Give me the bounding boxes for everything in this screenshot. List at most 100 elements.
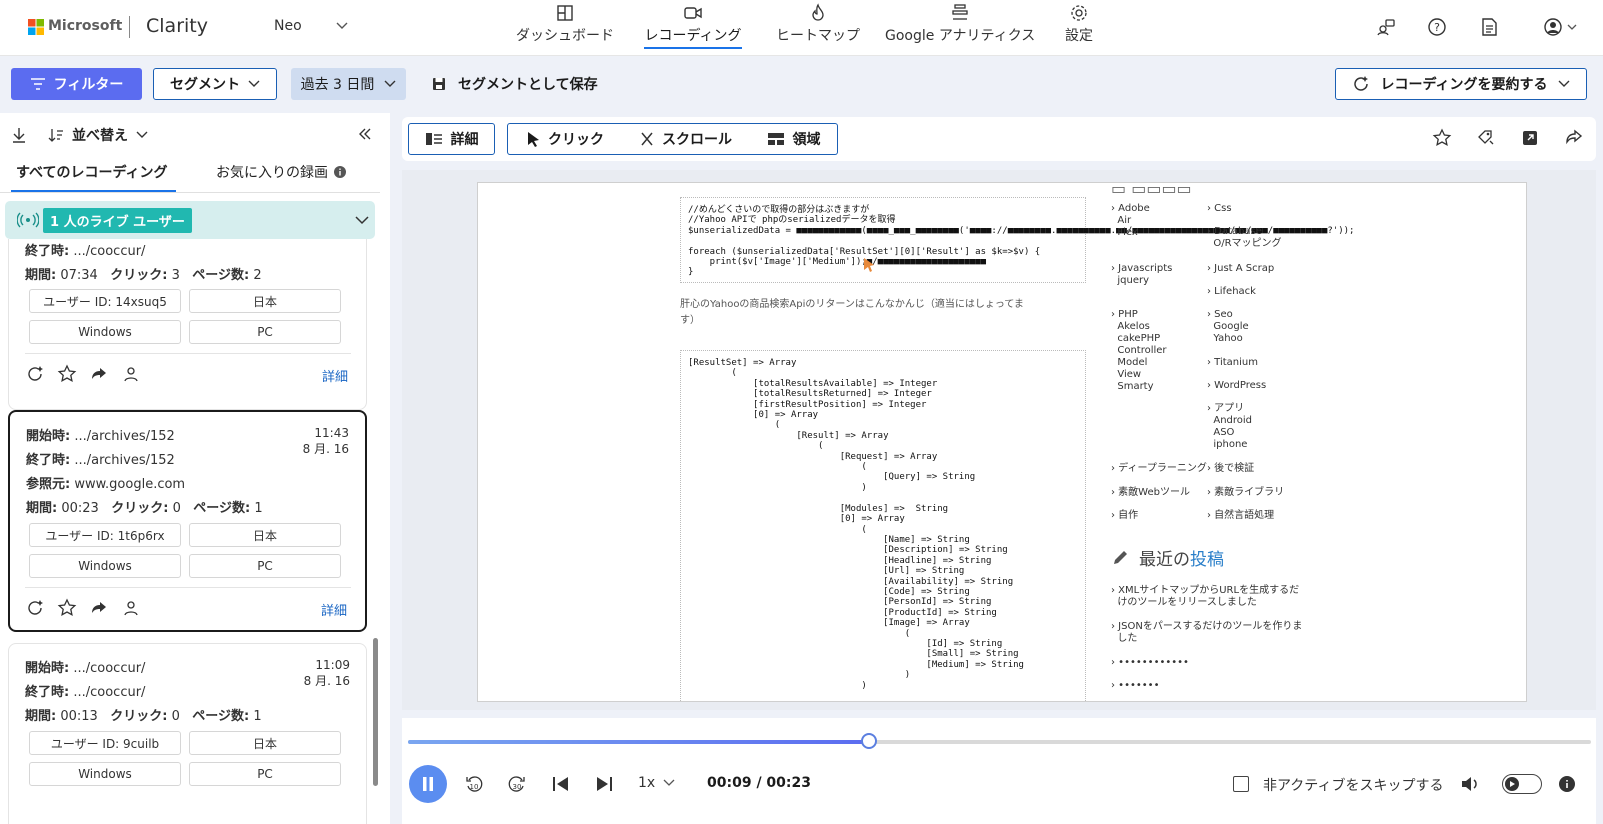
recent-post-link[interactable]: › JSONをパースするだけのツールを作りま した	[1111, 621, 1302, 645]
area-overlay-button[interactable]: 領域	[750, 123, 838, 155]
detail-link[interactable]: 詳細	[321, 600, 347, 619]
recordings-list: 終了時: .../cooccur/ 期間: 07:34 クリック: 3 ページ数…	[0, 239, 380, 824]
share-icon[interactable]	[89, 364, 109, 384]
segment-dropdown[interactable]: セグメント	[153, 68, 277, 100]
nav-settings[interactable]: 設定	[1058, 0, 1100, 56]
category-link[interactable]: › アプリ Android ASO iphone	[1207, 403, 1252, 451]
recording-card-selected[interactable]: 開始時: .../archives/152 11:43 8 月. 16 終了時: …	[8, 410, 367, 632]
area-label: 領域	[792, 132, 821, 148]
category-link[interactable]: › PHP Akelos cakePHP Controller Model Vi…	[1111, 309, 1167, 393]
category-link[interactable]: › 素敵ライブラリ	[1207, 487, 1284, 499]
save-segment-button[interactable]: セグメントとして保存	[432, 68, 598, 100]
category-link[interactable]: › Lifehack	[1207, 286, 1256, 298]
document-icon[interactable]	[1478, 16, 1500, 38]
country-chip: 日本	[189, 731, 341, 755]
rewind-10-icon[interactable]: 10	[464, 774, 484, 794]
help-icon[interactable]: ?	[1426, 16, 1448, 38]
tags-icon[interactable]	[1476, 128, 1496, 148]
summarize-icon[interactable]	[25, 598, 45, 618]
recent-post-link[interactable]: › •••••••	[1111, 680, 1159, 692]
time-display: 00:09 / 00:23	[707, 775, 811, 791]
account-icon[interactable]	[1542, 16, 1564, 38]
code-block: [ResultSet] => Array ( [totalResultsAvai…	[688, 358, 1024, 691]
user-icon[interactable]	[121, 364, 141, 384]
category-link[interactable]: › Titanium	[1207, 357, 1258, 369]
divider	[25, 587, 351, 588]
info-icon[interactable]	[1559, 776, 1575, 792]
share-icon[interactable]	[89, 598, 109, 618]
tab-all-recordings[interactable]: すべてのレコーディング	[16, 162, 167, 182]
chevron-down-icon	[663, 779, 675, 787]
star-icon[interactable]	[57, 364, 77, 384]
sort-label: 並べ替え	[72, 128, 128, 144]
category-link[interactable]: › 素敵Webツール	[1111, 487, 1190, 499]
tab-favorites-label: お気に入りの録画	[216, 165, 328, 181]
category-link[interactable]: › WordPress	[1207, 380, 1266, 392]
scrollbar-thumb[interactable]	[373, 638, 378, 786]
recent-post-link[interactable]: › XMLサイトマップからURLを生成するだ けのツールをリリースしました	[1111, 585, 1299, 609]
pause-button[interactable]	[409, 765, 447, 803]
recording-card[interactable]: 終了時: .../cooccur/ 期間: 07:34 クリック: 3 ページ数…	[8, 239, 367, 410]
volume-icon[interactable]	[1460, 775, 1480, 793]
divider	[129, 16, 130, 38]
star-icon[interactable]	[1432, 128, 1452, 148]
date-range-dropdown[interactable]: 過去 3 日間	[291, 68, 406, 100]
chevron-down-icon	[136, 131, 148, 139]
speed-dropdown[interactable]: 1x	[638, 775, 675, 791]
category-link[interactable]: › Seo Google Yahoo	[1207, 309, 1249, 345]
project-selector[interactable]: Neo	[274, 18, 348, 34]
recording-card[interactable]: 開始時: .../cooccur/ 11:09 8 月. 16 終了時: .../…	[8, 643, 367, 824]
nav-google-analytics[interactable]: Google アナリティクス	[885, 0, 1035, 56]
chevron-down-icon	[248, 80, 260, 88]
detail-link[interactable]: 詳細	[322, 366, 348, 385]
autoplay-toggle[interactable]	[1502, 774, 1542, 794]
detail-tab-button[interactable]: 詳細	[408, 123, 495, 155]
nav-recordings[interactable]: レコーディング	[644, 0, 742, 56]
collapse-panel-icon[interactable]	[358, 127, 372, 141]
sort-dropdown[interactable]: 並べ替え	[48, 125, 148, 145]
download-icon[interactable]	[11, 127, 27, 143]
category-link[interactable]: › 後で検証	[1207, 463, 1254, 475]
skip-inactive-checkbox[interactable]	[1233, 776, 1249, 792]
replay-viewport[interactable]: //めんどくさいので取得の部分はぶきますが //Yahoo APIで phpのs…	[402, 170, 1596, 710]
scroll-overlay-button[interactable]: スクロール	[622, 123, 751, 155]
next-recording-icon[interactable]	[595, 775, 613, 793]
progress-track[interactable]	[408, 733, 1591, 749]
category-heading-partial: ▭ ▭▭▭▭	[1111, 182, 1192, 198]
card-actions	[25, 364, 141, 384]
tab-favorites[interactable]: お気に入りの録画	[216, 162, 346, 182]
chevron-down-icon[interactable]	[1567, 24, 1577, 32]
category-link[interactable]: › Adobe Air Flex	[1111, 203, 1150, 239]
open-external-icon[interactable]	[1520, 128, 1540, 148]
nav-heatmaps[interactable]: ヒートマップ	[771, 0, 865, 56]
category-link[interactable]: › Database O/Rマッピング	[1207, 226, 1282, 250]
category-link[interactable]: › Css	[1207, 203, 1232, 215]
pencil-icon	[1111, 549, 1129, 567]
category-link[interactable]: › 自作	[1111, 510, 1138, 522]
divider	[25, 353, 351, 354]
forward-30-icon[interactable]: 30	[507, 774, 527, 794]
star-icon[interactable]	[57, 598, 77, 618]
people-feedback-icon[interactable]	[1375, 16, 1397, 38]
playback-controls: 10 30 1x 00:09 / 00:23 非アクティブをスキップする	[402, 718, 1596, 824]
article-paragraph: 肝心のYahooの商品検索Apiのリターンはこんなかんじ（適当にはしょってま す…	[680, 299, 1024, 326]
product-name[interactable]: Clarity	[146, 15, 208, 37]
summarize-icon[interactable]	[25, 364, 45, 384]
progress-thumb[interactable]	[861, 733, 878, 749]
category-link[interactable]: › ディープラーニング	[1111, 463, 1207, 475]
category-link[interactable]: › Just A Scrap	[1207, 263, 1274, 275]
category-link[interactable]: › Javascripts jquery	[1111, 263, 1172, 287]
stats-row: 期間: 00:13 クリック: 0 ページ数: 1	[25, 709, 262, 724]
click-overlay-button[interactable]: クリック	[507, 123, 623, 155]
user-icon[interactable]	[121, 598, 141, 618]
share-icon[interactable]	[1564, 128, 1584, 148]
live-users-bar[interactable]: 1 人のライブ ユーザー	[5, 201, 375, 239]
summarize-recordings-button[interactable]: レコーディングを要約する	[1335, 68, 1587, 100]
recent-posts-heading: 最近の投稿	[1111, 545, 1224, 570]
previous-recording-icon[interactable]	[552, 775, 570, 793]
recording-datetime: 11:43 8 月. 16	[302, 426, 349, 456]
category-link[interactable]: › 自然言語処理	[1207, 510, 1274, 522]
recent-post-link[interactable]: › ••••••••••••	[1111, 657, 1189, 669]
nav-dashboard[interactable]: ダッシュボード	[515, 0, 615, 56]
filter-button[interactable]: フィルター	[11, 68, 142, 100]
